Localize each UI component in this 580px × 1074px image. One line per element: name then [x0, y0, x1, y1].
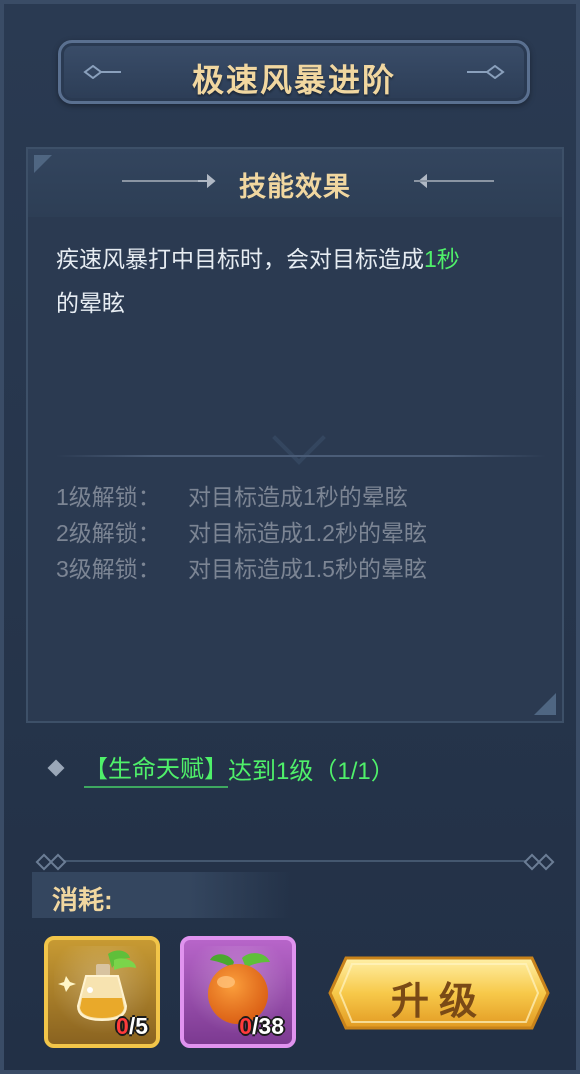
diamond-ornament-icon [49, 853, 67, 871]
cost-label-bar: 消耗: [32, 872, 292, 918]
desc-prefix: 疾速风暴打中目标时，会对目标造成 [56, 246, 424, 272]
header-line-right [414, 180, 494, 182]
item-count: 0/38 [239, 1013, 284, 1039]
effect-description: 疾速风暴打中目标时，会对目标造成1秒的晕眩 [56, 237, 546, 325]
unlock-row: 2级解锁： 对目标造成1.2秒的晕眩 [56, 515, 546, 551]
page-title: 极速风暴进阶 [191, 62, 396, 98]
title-plate: 极速风暴进阶 [58, 40, 530, 104]
cost-item-potion[interactable]: 0/5 [44, 936, 160, 1048]
requirement-row: 【生命天赋】 达到1级（1/1） [47, 748, 395, 788]
divider [56, 455, 546, 457]
diamond-bullet-icon [47, 759, 65, 777]
skill-advance-panel: 极速风暴进阶 技能效果 疾速风暴打中目标时，会对目标造成1秒 的晕眩 1级解锁：… [0, 0, 580, 1074]
unlock-list: 1级解锁： 对目标造成1秒的晕眩 2级解锁： 对目标造成1.2秒的晕眩 3级解锁… [56, 479, 546, 587]
diamond-ornament-icon [537, 853, 555, 871]
ornament-right-icon [467, 65, 505, 79]
unlock-level: 2级解锁： [56, 520, 161, 546]
corner-decoration [534, 693, 556, 715]
separator-line [64, 860, 526, 862]
effect-header-title: 技能效果 [239, 172, 351, 202]
unlock-row: 1级解锁： 对目标造成1秒的晕眩 [56, 479, 546, 515]
unlock-text: 对目标造成1.5秒的晕眩 [188, 556, 427, 582]
desc-highlight: 1秒 [424, 246, 460, 272]
unlock-text: 对目标造成1.2秒的晕眩 [188, 520, 427, 546]
unlock-row: 3级解锁： 对目标造成1.5秒的晕眩 [56, 551, 546, 587]
upgrade-button[interactable]: 升级 [326, 954, 552, 1032]
upgrade-label: 升级 [390, 981, 487, 1023]
cost-label: 消耗: [52, 885, 113, 915]
requirement-text: 达到1级（1/1） [228, 757, 395, 785]
talent-link[interactable]: 【生命天赋】 [84, 749, 228, 788]
effect-header: 技能效果 [28, 149, 562, 217]
cost-item-orange[interactable]: 0/38 [180, 936, 296, 1048]
skill-effect-box[interactable]: 技能效果 疾速风暴打中目标时，会对目标造成1秒的晕眩 1级解锁： 对目标造成1秒… [26, 147, 564, 723]
unlock-level: 1级解锁： [56, 484, 161, 510]
unlock-text: 对目标造成1秒的晕眩 [188, 484, 408, 510]
unlock-level: 3级解锁： [56, 556, 161, 582]
section-separator [34, 853, 556, 871]
item-count: 0/5 [116, 1013, 148, 1039]
desc-suffix: 的晕眩 [56, 290, 125, 316]
